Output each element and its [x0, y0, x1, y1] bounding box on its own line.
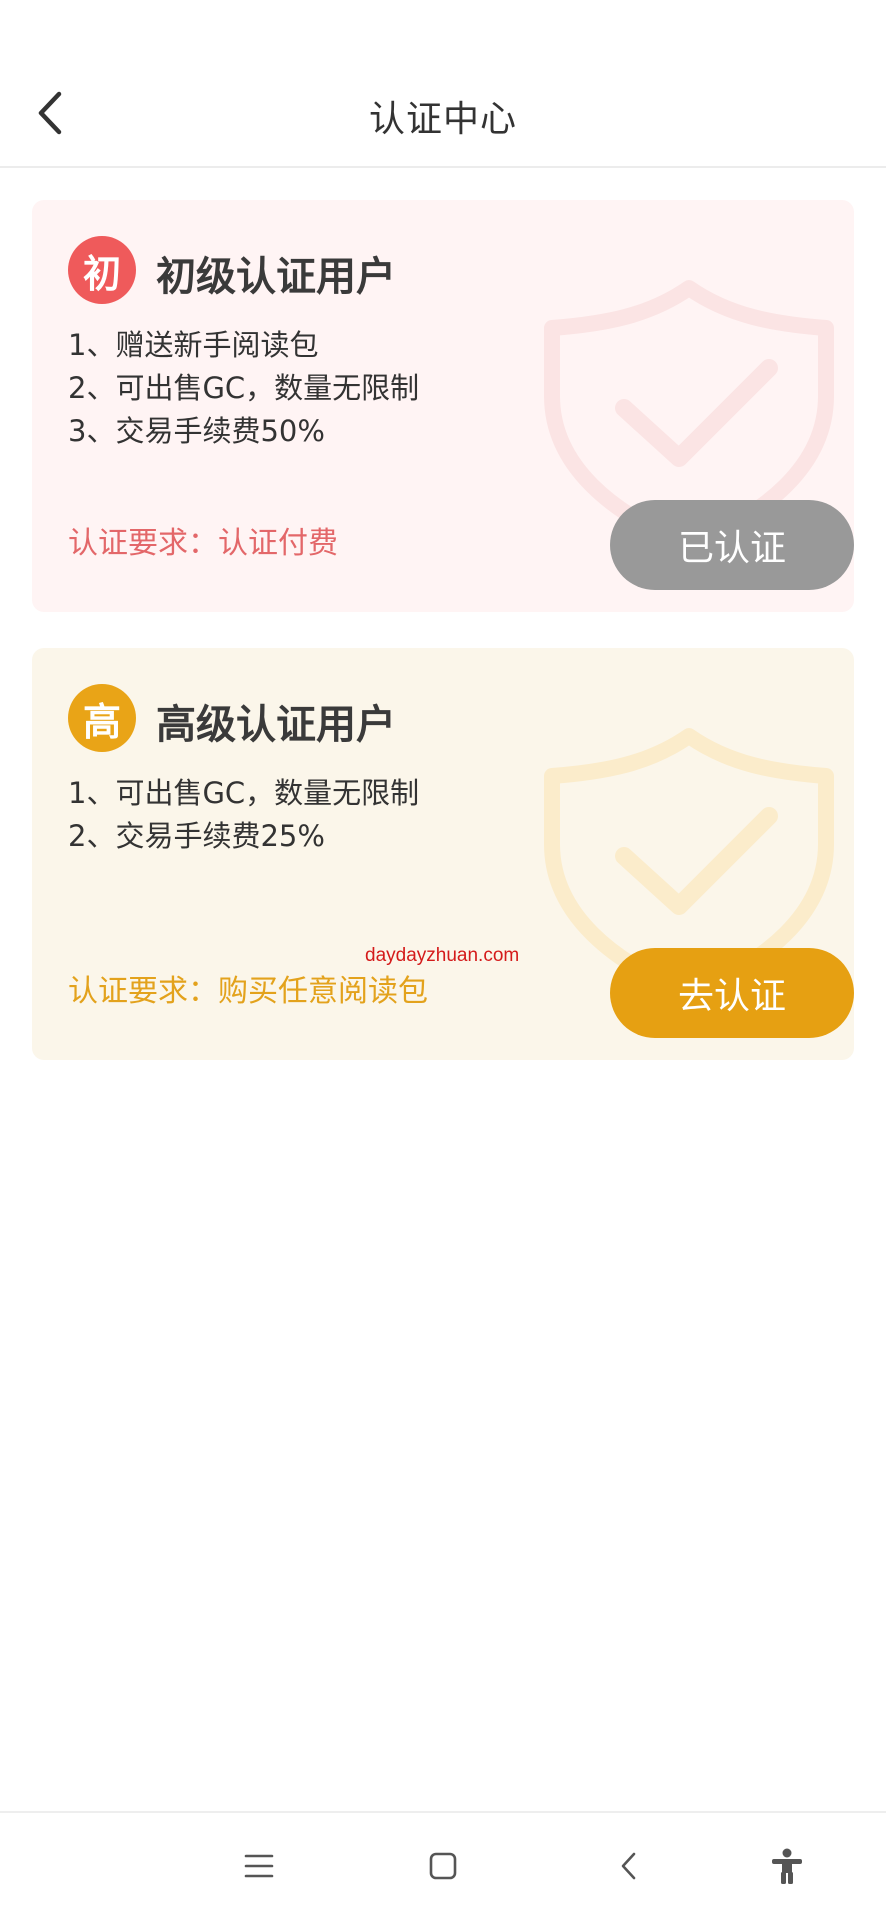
benefit-item: 2、交易手续费25% [68, 819, 325, 853]
benefit-item: 1、可出售GC，数量无限制 [68, 776, 420, 810]
advanced-certification-card: 高 高级认证用户 1、可出售GC，数量无限制 2、交易手续费25% 认证要求：购… [32, 648, 854, 1060]
level-badge: 初 [68, 236, 136, 304]
benefits-list: 1、赠送新手阅读包 2、可出售GC，数量无限制 3、交易手续费50% [68, 324, 419, 453]
system-navigation-bar [0, 1811, 886, 1920]
menu-icon [244, 1854, 274, 1878]
benefit-item: 3、交易手续费50% [68, 414, 325, 448]
verified-button[interactable]: 已认证 [610, 500, 854, 590]
basic-certification-card: 初 初级认证用户 1、赠送新手阅读包 2、可出售GC，数量无限制 3、交易手续费… [32, 200, 854, 612]
accessibility-button[interactable] [762, 1841, 812, 1891]
home-square-icon [429, 1852, 457, 1880]
home-button[interactable] [418, 1841, 468, 1891]
recent-apps-button[interactable] [234, 1841, 284, 1891]
go-certify-button[interactable]: 去认证 [610, 948, 854, 1038]
watermark-text: daydayzhuan.com [365, 945, 520, 966]
benefit-item: 2、可出售GC，数量无限制 [68, 371, 420, 405]
card-title: 高级认证用户 [156, 702, 396, 748]
back-triangle-icon [621, 1852, 636, 1880]
requirement-text: 认证要求：认证付费 [68, 526, 338, 561]
page-title: 认证中心 [368, 99, 517, 140]
benefit-item: 1、赠送新手阅读包 [68, 328, 319, 362]
top-bar: 认证中心 [0, 0, 886, 168]
benefits-list: 1、可出售GC，数量无限制 2、交易手续费25% [68, 772, 419, 858]
accessibility-icon [772, 1848, 802, 1884]
card-title: 初级认证用户 [156, 254, 396, 300]
system-back-button[interactable] [604, 1841, 654, 1891]
requirement-text: 认证要求：购买任意阅读包 [68, 974, 428, 1009]
certification-center-page: 认证中心 初 初级认证用户 1、赠送新手阅读包 2、可出售GC，数量无限制 3、… [0, 0, 886, 1920]
level-badge: 高 [68, 684, 136, 752]
